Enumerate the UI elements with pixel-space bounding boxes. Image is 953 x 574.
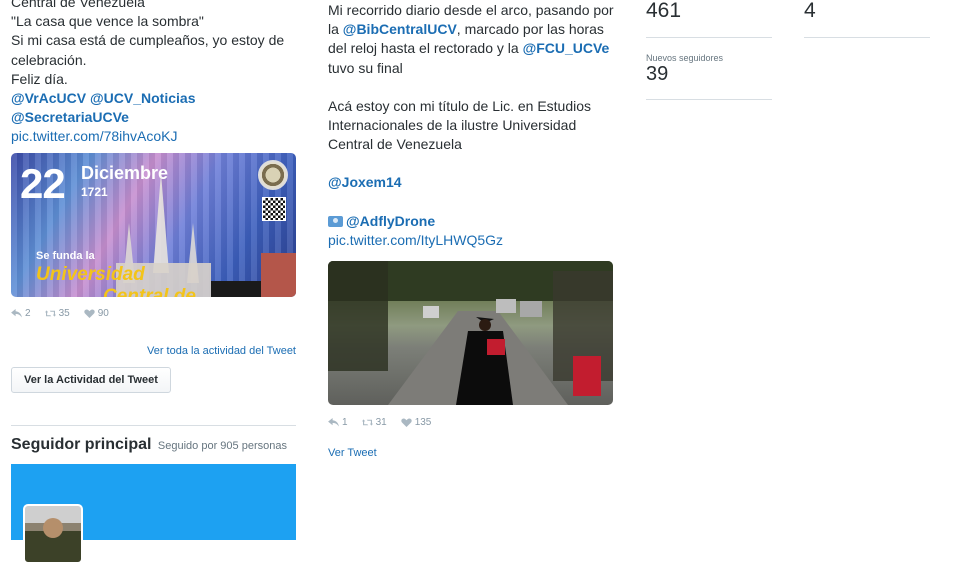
stat-cell-new-followers: Nuevos seguidores 39 xyxy=(646,53,772,100)
mention-link[interactable]: @UCV_Noticias xyxy=(90,90,195,106)
avatar[interactable] xyxy=(23,503,83,564)
mention-link[interactable]: @FCU_UCVe xyxy=(523,40,610,56)
retweet-icon xyxy=(361,418,373,426)
stat-cell: 461 xyxy=(646,0,772,38)
tweet-text-part: tuvo su final xyxy=(328,59,403,76)
tweet-line: Feliz día. xyxy=(11,70,68,87)
street-scene xyxy=(328,261,613,406)
like-action[interactable]: 90 xyxy=(84,308,109,319)
mention-link[interactable]: @AdflyDrone xyxy=(346,213,435,229)
mention-link[interactable]: @SecretariaUCVe xyxy=(11,109,129,125)
reply-count: 1 xyxy=(342,416,348,428)
image-caption-small: Se funda la xyxy=(36,249,95,262)
reply-icon xyxy=(11,309,22,318)
stat-cell: 4 xyxy=(804,0,930,38)
like-action[interactable]: 135 xyxy=(401,416,432,428)
image-caption-cut: Central de xyxy=(103,285,196,297)
divider xyxy=(804,37,930,38)
mention-link[interactable]: @BibCentralUCV xyxy=(343,21,457,37)
view-activity-button[interactable]: Ver la Actividad del Tweet xyxy=(11,366,171,393)
pic-link[interactable]: pic.twitter.com/78ihvAcoKJ xyxy=(11,128,178,144)
view-tweet-link[interactable]: Ver Tweet xyxy=(328,447,377,459)
top-follower-header: Seguidor principal Seguido por 905 perso… xyxy=(11,436,296,454)
tweet-actions: 1 31 135 xyxy=(328,415,614,429)
mention-link[interactable]: @VrAcUCV xyxy=(11,90,86,106)
follower-card[interactable] xyxy=(11,463,296,574)
tweet-line: "La casa que vence la sombra" xyxy=(11,13,204,30)
pic-link[interactable]: pic.twitter.com/ItyLHWQ5Gz xyxy=(328,232,503,248)
stat-value: 39 xyxy=(646,63,669,85)
tweet-image[interactable] xyxy=(328,261,613,406)
reply-action[interactable]: 1 xyxy=(328,417,348,428)
tweet-actions: 2 35 90 xyxy=(11,307,296,321)
tweet-column-middle: Mi recorrido diario desde el arco, pasan… xyxy=(328,0,614,461)
retweet-icon xyxy=(44,310,56,317)
mention-link[interactable]: @Joxem14 xyxy=(328,174,402,190)
divider xyxy=(646,99,772,100)
reply-action[interactable]: 2 xyxy=(11,308,31,319)
divider xyxy=(11,424,296,426)
like-count: 90 xyxy=(97,308,109,320)
retweet-count: 35 xyxy=(58,308,70,320)
retweet-action[interactable]: 35 xyxy=(44,308,70,320)
reply-count: 2 xyxy=(25,308,31,320)
tweet-line: Si mi casa está de cumpleaños, yo estoy … xyxy=(11,32,285,68)
tweet-text: Mi recorrido diario desde el arco, pasan… xyxy=(328,1,614,78)
tweet-line: Central de Venezuela xyxy=(11,0,145,10)
top-follower-count: Seguido por 905 personas xyxy=(157,439,287,452)
reply-icon xyxy=(328,417,339,427)
camera-icon xyxy=(328,215,343,227)
tweet-text: Central de Venezuela "La casa que vence … xyxy=(11,0,296,147)
view-all-activity-link[interactable]: Ver toda la actividad del Tweet xyxy=(147,345,296,357)
like-count: 135 xyxy=(414,416,432,428)
retweet-action[interactable]: 31 xyxy=(361,416,387,428)
retweet-count: 31 xyxy=(375,416,387,428)
top-follower-title: Seguidor principal xyxy=(11,435,152,453)
avatar-figure xyxy=(43,517,63,538)
heart-icon xyxy=(84,309,95,319)
heart-icon xyxy=(401,417,412,427)
stat-value: 461 xyxy=(646,0,682,22)
stat-value: 4 xyxy=(804,0,816,22)
divider xyxy=(646,37,772,38)
tweet-paragraph: Acá estoy con mi título de Lic. en Estud… xyxy=(328,97,592,153)
tweet-image[interactable]: 22 Diciembre 1721 Se funda la Universida… xyxy=(11,152,296,297)
stat-label: Nuevos seguidores xyxy=(646,53,724,63)
image-caption-big: Universidad xyxy=(36,263,145,285)
tweet-column-left: Central de Venezuela "La casa que vence … xyxy=(11,0,296,574)
